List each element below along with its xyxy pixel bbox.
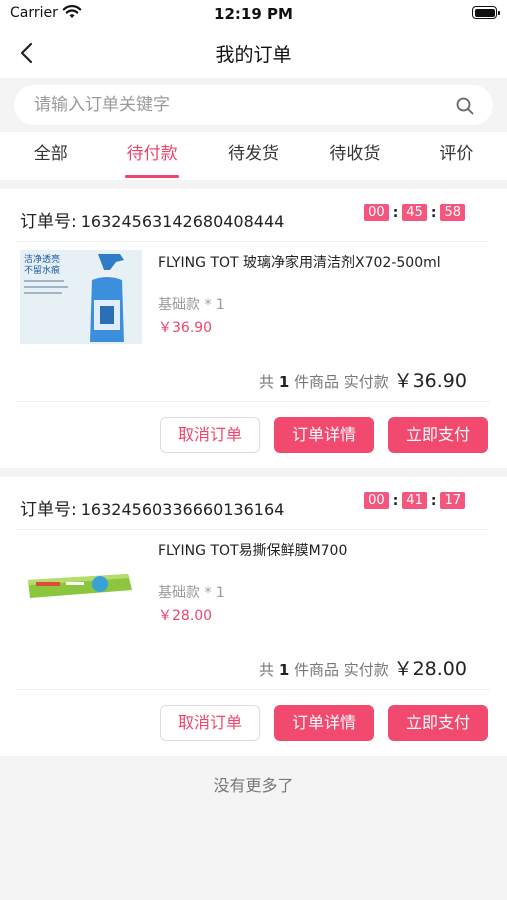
battery-icon — [472, 6, 500, 19]
tab-pending-shipment[interactable]: 待发货 — [203, 132, 304, 180]
divider — [16, 689, 490, 690]
order-number-label: 订单号: — [20, 500, 77, 520]
order-card: 订单号: 16324563142680408444 00 : 45 : 58 洁净… — [0, 189, 507, 468]
product-spec: 基础款 * 1 — [158, 585, 225, 601]
order-card: 订单号: 16324560336660136164 00 : 41 : 17 FL… — [0, 477, 507, 756]
tab-all[interactable]: 全部 — [0, 132, 101, 180]
product-name: FLYING TOT易撕保鲜膜M700 — [158, 543, 348, 559]
pay-now-button[interactable]: 立即支付 — [388, 417, 488, 453]
countdown-seconds: 58 — [440, 204, 465, 221]
order-number-value: 16324563142680408444 — [80, 212, 285, 231]
order-number-label: 订单号: — [20, 212, 77, 232]
product-price: ￥28.00 — [158, 608, 213, 624]
pay-now-button[interactable]: 立即支付 — [388, 705, 488, 741]
order-detail-button[interactable]: 订单详情 — [274, 705, 374, 741]
summary-middle: 件商品 实付款 — [294, 373, 389, 391]
search-bar — [0, 78, 507, 132]
product-spec: 基础款 * 1 — [158, 297, 225, 313]
status-bar: Carrier 12:19 PM — [0, 0, 507, 28]
countdown-minutes: 41 — [402, 492, 427, 509]
summary-prefix: 共 — [259, 661, 275, 679]
order-detail-button[interactable]: 订单详情 — [274, 417, 374, 453]
countdown-seconds: 17 — [440, 492, 465, 509]
product-image-tagline-1: 洁净透亮 — [24, 253, 60, 265]
product-name: FLYING TOT 玻璃净家用清洁剂X702-500ml — [158, 255, 441, 271]
countdown-hours: 00 — [364, 492, 389, 509]
order-total: ￥28.00 — [393, 658, 467, 680]
item-count: 1 — [278, 661, 290, 679]
no-more-text: 没有更多了 — [213, 776, 294, 795]
product-price: ￥36.90 — [158, 320, 213, 336]
order-number: 订单号: 16324563142680408444 — [20, 207, 284, 232]
tab-pending-payment[interactable]: 待付款 — [101, 132, 202, 180]
order-summary: 共 1 件商品 实付款 ￥28.00 — [259, 654, 467, 681]
cling-film-product-image — [20, 538, 142, 632]
search-icon[interactable] — [455, 96, 475, 116]
tab-review[interactable]: 评价 — [406, 132, 507, 180]
order-number-value: 16324560336660136164 — [80, 500, 285, 519]
cancel-order-button[interactable]: 取消订单 — [160, 417, 260, 453]
order-product[interactable]: FLYING TOT易撕保鲜膜M700 基础款 * 1 ￥28.00 — [16, 529, 489, 637]
countdown-hours: 00 — [364, 204, 389, 221]
summary-middle: 件商品 实付款 — [294, 661, 389, 679]
payment-countdown: 00 : 41 : 17 — [364, 492, 465, 509]
page-title: 我的订单 — [215, 44, 292, 66]
status-time: 12:19 PM — [214, 5, 293, 23]
summary-prefix: 共 — [259, 373, 275, 391]
cancel-order-button[interactable]: 取消订单 — [160, 705, 260, 741]
order-product[interactable]: 洁净透亮 不留水痕 FLYING TOT 玻璃净家用清洁剂X702-500ml … — [16, 241, 489, 349]
order-number: 订单号: 16324560336660136164 — [20, 495, 284, 520]
divider — [16, 401, 490, 402]
order-summary: 共 1 件商品 实付款 ￥36.90 — [259, 366, 467, 393]
product-image-tagline-2: 不留水痕 — [24, 264, 60, 276]
item-count: 1 — [278, 373, 290, 391]
order-status-tabs: 全部 待付款 待发货 待收货 评价 — [0, 132, 507, 180]
payment-countdown: 00 : 45 : 58 — [364, 204, 465, 221]
nav-bar: 我的订单 — [0, 28, 507, 78]
search-box[interactable] — [14, 85, 493, 125]
glass-cleaner-product-image: 洁净透亮 不留水痕 — [20, 250, 142, 344]
countdown-minutes: 45 — [402, 204, 427, 221]
order-total: ￥36.90 — [393, 370, 467, 392]
tab-pending-receipt[interactable]: 待收货 — [304, 132, 405, 180]
search-input[interactable] — [34, 85, 434, 125]
